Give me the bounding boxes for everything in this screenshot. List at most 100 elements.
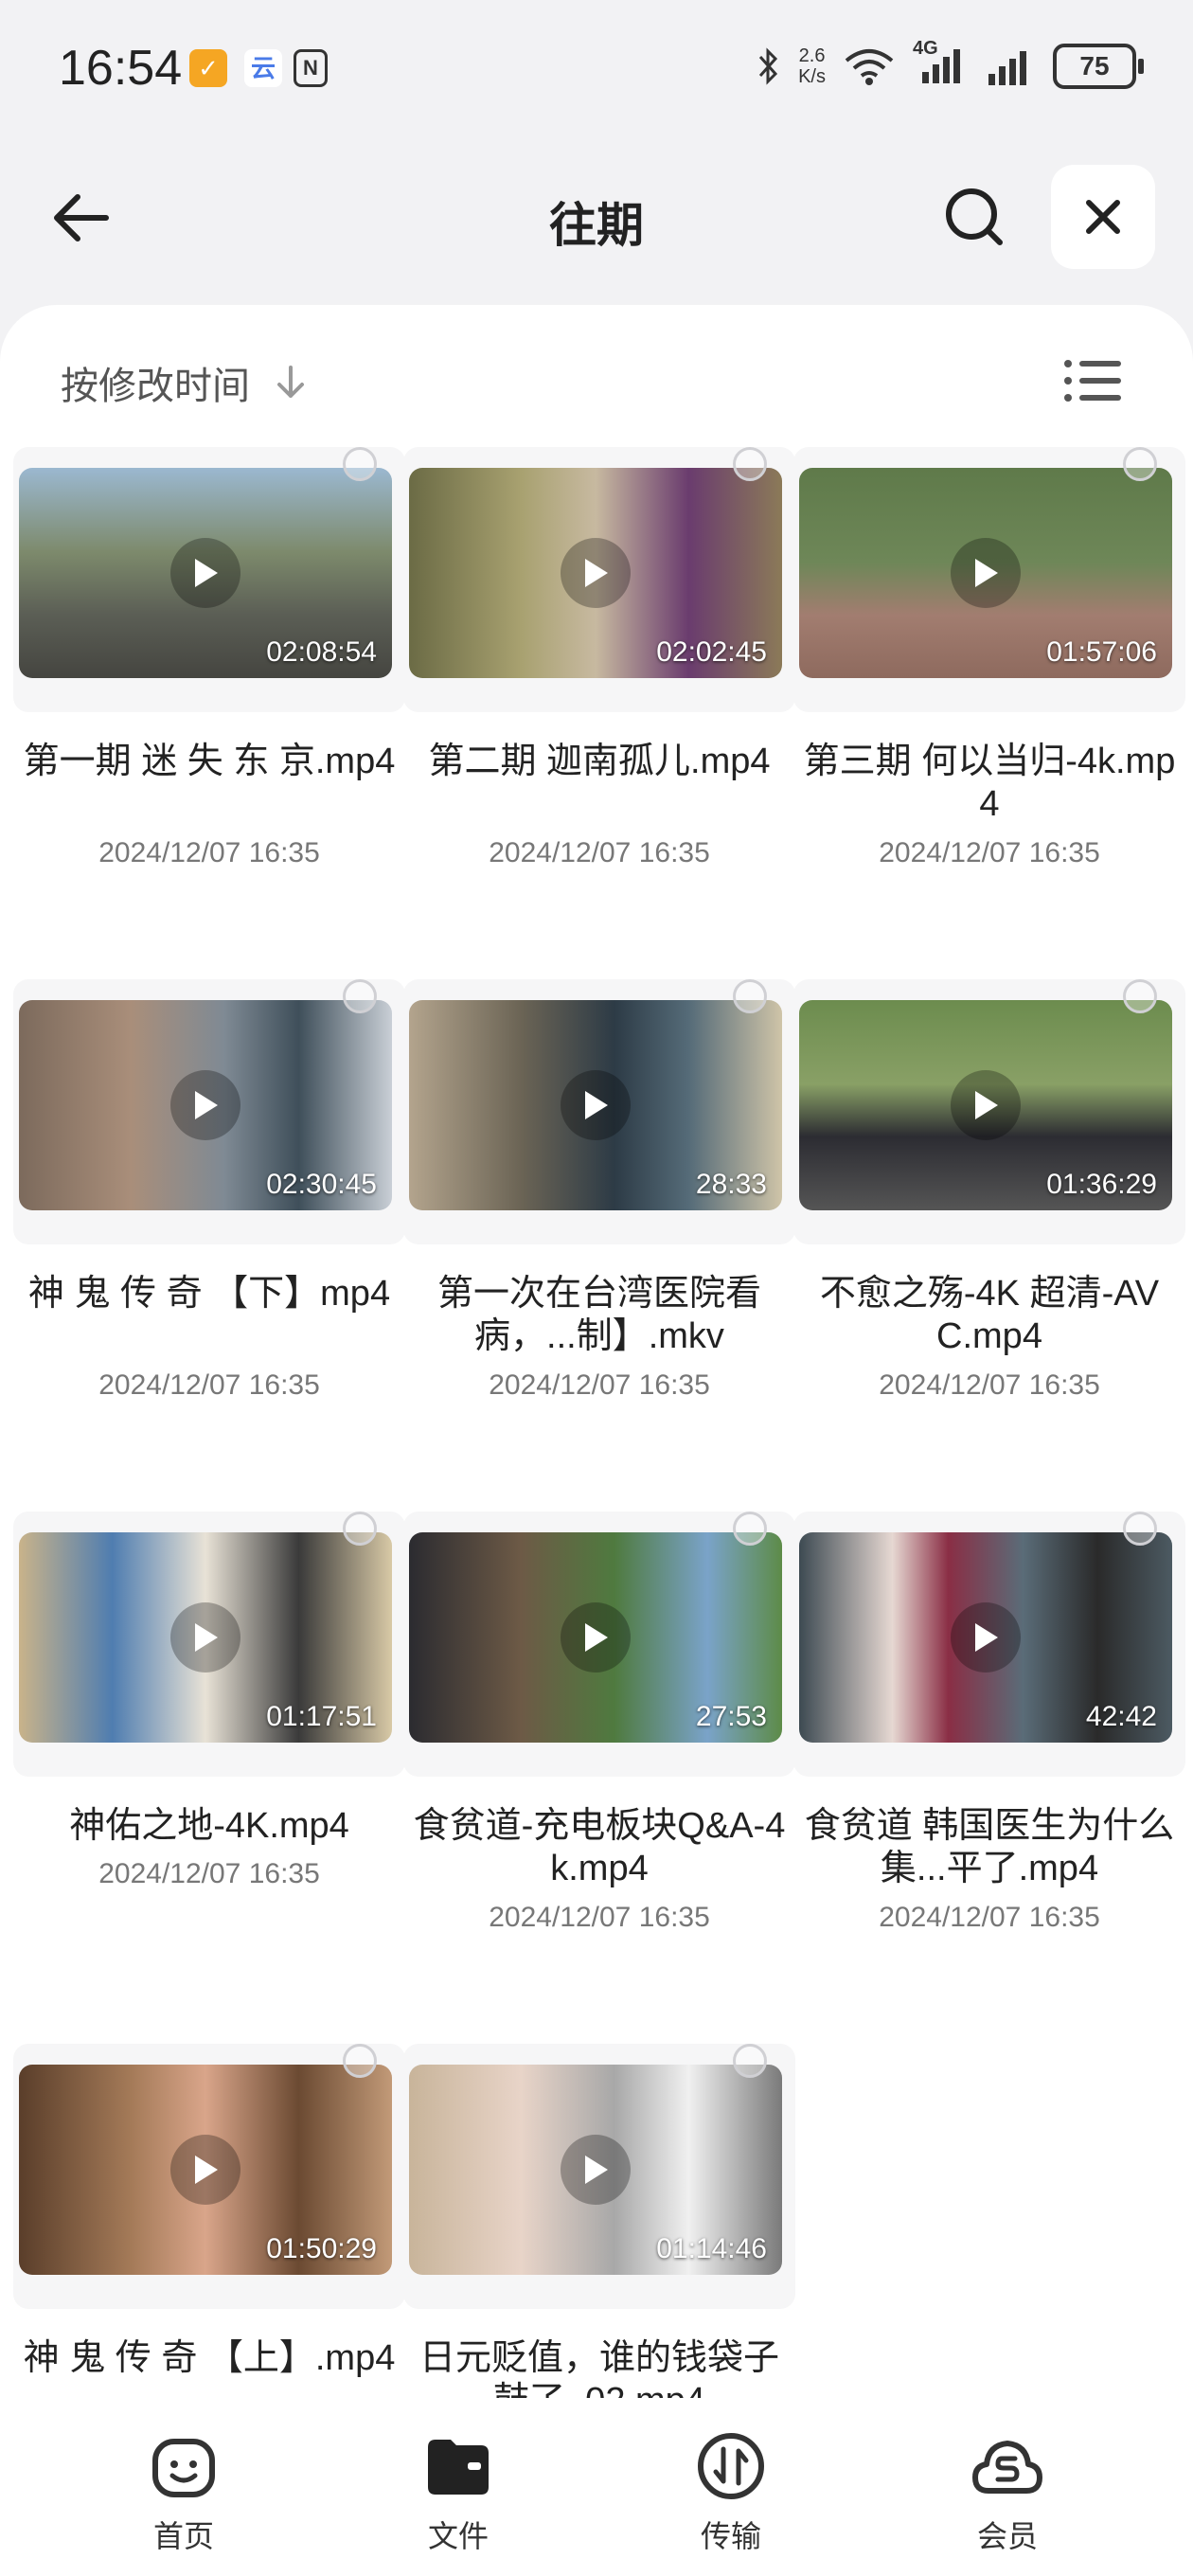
search-button[interactable] xyxy=(937,180,1013,256)
list-view-icon xyxy=(1064,360,1121,402)
file-name: 食贫道-充电板块Q&A-4k.mp4 xyxy=(413,1806,786,1888)
sort-label: 按修改时间 xyxy=(61,366,250,407)
file-name: 第三期 何以当归-4k.mp4 xyxy=(803,742,1176,824)
file-card[interactable]: 02:02:45 第二期 迦南孤儿.mp4 2024/12/07 16:35 xyxy=(403,447,795,977)
status-indicators: 2.6 K/s 4G 75 xyxy=(757,38,1144,95)
file-name: 日元贬值，谁的钱袋子鼓了_02.mp4 xyxy=(418,2338,779,2398)
file-name: 食贫道 韩国医生为什么集...平了.mp4 xyxy=(804,1806,1175,1888)
file-grid: 02:08:54 第一期 迷 失 东 京.mp4 2024/12/07 16:3… xyxy=(0,447,1193,2398)
video-duration: 01:57:06 xyxy=(1046,636,1157,668)
play-icon xyxy=(170,538,240,608)
video-duration: 28:33 xyxy=(695,1169,767,1200)
file-card[interactable]: 28:33 第一次在台湾医院看病，...制】.mkv 2024/12/07 16… xyxy=(403,979,795,1510)
video-duration: 01:17:51 xyxy=(266,1701,377,1732)
smile-face-icon xyxy=(152,2439,215,2497)
video-thumbnail: 01:36:29 xyxy=(799,1000,1172,1210)
video-thumbnail: 02:30:45 xyxy=(19,1000,392,1210)
nav-label: 文件 xyxy=(427,2519,489,2553)
list-view-toggle[interactable] xyxy=(1060,352,1127,409)
play-icon xyxy=(951,1602,1021,1673)
video-duration: 02:08:54 xyxy=(266,636,377,668)
file-name: 不愈之殇-4K 超清-AVC.mp4 xyxy=(819,1274,1160,1356)
video-thumbnail: 01:57:06 xyxy=(799,468,1172,678)
play-icon xyxy=(951,1070,1021,1140)
folder-icon xyxy=(428,2440,489,2495)
close-button[interactable] xyxy=(1051,165,1155,269)
nav-files[interactable]: 文件 xyxy=(383,2428,534,2556)
file-card[interactable]: 27:53 食贫道-充电板块Q&A-4k.mp4 2024/12/07 16:3… xyxy=(403,1512,795,2042)
play-icon xyxy=(561,1070,631,1140)
video-thumbnail: 42:42 xyxy=(799,1532,1172,1743)
video-thumbnail: 01:17:51 xyxy=(19,1532,392,1743)
cloud-member-icon xyxy=(972,2441,1042,2494)
select-checkbox[interactable] xyxy=(1123,1512,1157,1546)
video-duration: 01:14:46 xyxy=(656,2233,767,2264)
file-name: 神 鬼 传 奇 【下】mp4 xyxy=(27,1274,391,1314)
file-card[interactable]: 02:30:45 神 鬼 传 奇 【下】mp4 2024/12/07 16:35 xyxy=(13,979,405,1510)
select-checkbox[interactable] xyxy=(733,447,767,481)
nav-home[interactable]: 首页 xyxy=(108,2428,259,2556)
network-type: 4G xyxy=(913,37,938,59)
bottom-navigation: 首页 文件 传输 会员 xyxy=(0,2406,1193,2576)
select-checkbox[interactable] xyxy=(343,2044,377,2078)
file-name: 神 鬼 传 奇 【上】.mp4 xyxy=(23,2338,396,2378)
select-checkbox[interactable] xyxy=(1123,447,1157,481)
nav-label: 传输 xyxy=(700,2519,761,2553)
sort-selector[interactable]: 按修改时间 xyxy=(61,354,307,411)
close-icon xyxy=(1086,200,1120,234)
video-thumbnail: 02:08:54 xyxy=(19,468,392,678)
video-duration: 02:02:45 xyxy=(656,636,767,668)
file-card[interactable]: 42:42 食贫道 韩国医生为什么集...平了.mp4 2024/12/07 1… xyxy=(793,1512,1185,2042)
file-list-panel: 按修改时间 02:08:54 第一期 迷 失 东 京.mp4 2024/12/0… xyxy=(0,305,1193,2426)
nav-label: 首页 xyxy=(152,2519,214,2553)
play-icon xyxy=(561,2135,631,2205)
select-checkbox[interactable] xyxy=(1123,979,1157,1013)
file-date: 2024/12/07 16:35 xyxy=(98,1369,320,1401)
nav-member[interactable]: 会员 xyxy=(932,2428,1083,2556)
signal-4g: 4G xyxy=(913,38,966,90)
net-speed-unit: K/s xyxy=(798,66,826,87)
file-date: 2024/12/07 16:35 xyxy=(489,1902,710,1933)
play-icon xyxy=(561,1602,631,1673)
file-card[interactable]: 01:36:29 不愈之殇-4K 超清-AVC.mp4 2024/12/07 1… xyxy=(793,979,1185,1510)
status-bar: 16:54 ✓ 云 N 2.6 K/s 4G 75 xyxy=(0,0,1193,133)
select-checkbox[interactable] xyxy=(343,979,377,1013)
select-checkbox[interactable] xyxy=(733,2044,767,2078)
play-icon xyxy=(170,2135,240,2205)
file-date: 2024/12/07 16:35 xyxy=(98,837,320,868)
battery-icon: 75 xyxy=(1053,44,1144,89)
page-title: 往期 xyxy=(549,199,644,252)
net-speed: 2.6 K/s xyxy=(798,45,826,87)
nav-transfer[interactable]: 传输 xyxy=(655,2428,807,2556)
file-date: 2024/12/07 16:35 xyxy=(98,1858,320,1889)
video-duration: 27:53 xyxy=(695,1701,767,1732)
file-card[interactable]: 01:57:06 第三期 何以当归-4k.mp4 2024/12/07 16:3… xyxy=(793,447,1185,977)
select-checkbox[interactable] xyxy=(733,979,767,1013)
video-duration: 42:42 xyxy=(1085,1701,1157,1732)
sort-down-arrow-icon xyxy=(277,366,304,398)
file-date: 2024/12/07 16:35 xyxy=(879,1902,1100,1933)
file-card[interactable]: 02:08:54 第一期 迷 失 东 京.mp4 2024/12/07 16:3… xyxy=(13,447,405,977)
select-checkbox[interactable] xyxy=(343,447,377,481)
file-date: 2024/12/07 16:35 xyxy=(489,1369,710,1401)
file-name: 第一期 迷 失 东 京.mp4 xyxy=(23,742,396,781)
play-icon xyxy=(170,1070,240,1140)
video-duration: 01:36:29 xyxy=(1046,1169,1157,1200)
bluetooth-icon xyxy=(758,47,778,85)
file-card[interactable]: 01:50:29 神 鬼 传 奇 【上】.mp4 xyxy=(13,2044,405,2398)
status-time: 16:54 xyxy=(59,41,183,96)
file-name: 第二期 迦南孤儿.mp4 xyxy=(428,742,771,781)
video-duration: 01:50:29 xyxy=(266,2233,377,2264)
video-thumbnail: 01:14:46 xyxy=(409,2065,782,2275)
select-checkbox[interactable] xyxy=(343,1512,377,1546)
signal-bars-2-icon xyxy=(988,51,1026,85)
file-name: 神佑之地-4K.mp4 xyxy=(69,1806,349,1846)
select-checkbox[interactable] xyxy=(733,1512,767,1546)
play-icon xyxy=(561,538,631,608)
video-thumbnail: 02:02:45 xyxy=(409,468,782,678)
video-duration: 02:30:45 xyxy=(266,1169,377,1200)
file-card[interactable]: 01:17:51 神佑之地-4K.mp4 2024/12/07 16:35 xyxy=(13,1512,405,2042)
play-icon xyxy=(170,1602,240,1673)
file-card[interactable]: 01:14:46 日元贬值，谁的钱袋子鼓了_02.mp4 xyxy=(403,2044,795,2398)
file-date: 2024/12/07 16:35 xyxy=(489,837,710,868)
